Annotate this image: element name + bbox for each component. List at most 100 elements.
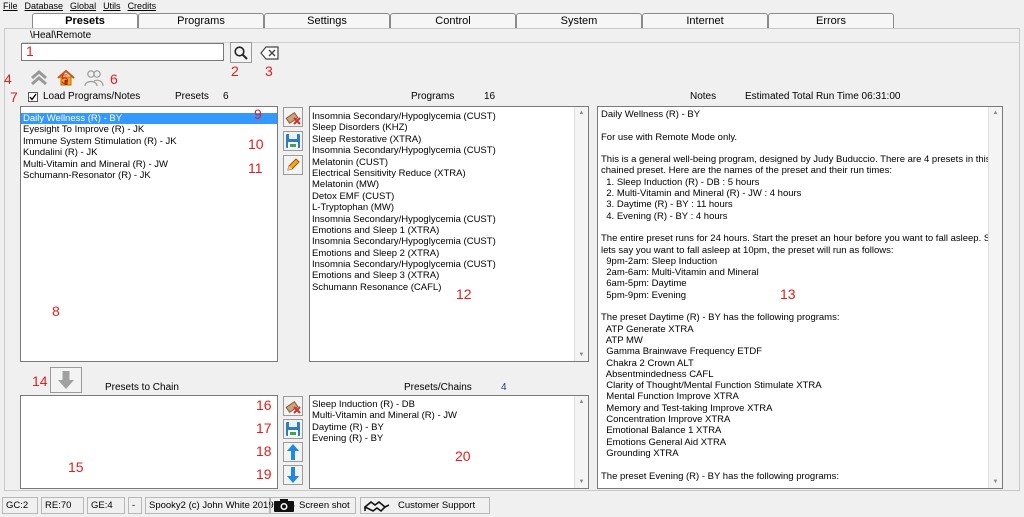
presets-count: 6: [223, 91, 229, 102]
notes-line: [601, 301, 999, 312]
notes-line: [601, 222, 999, 233]
user-folder-button[interactable]: [84, 68, 104, 88]
clear-search-button[interactable]: [259, 44, 281, 62]
tab-presets[interactable]: Presets: [32, 13, 138, 29]
chains-scrollbar[interactable]: ▲ ▼: [574, 396, 588, 488]
load-programs-checkbox[interactable]: [28, 92, 38, 102]
list-item[interactable]: L-Tryptophan (MW): [310, 202, 588, 213]
marker-4: 4: [4, 71, 12, 87]
edit-preset-button[interactable]: [283, 155, 303, 175]
scroll-down-icon[interactable]: ▼: [575, 476, 588, 488]
marker-1: 1: [26, 43, 34, 59]
tab-internet[interactable]: Internet: [642, 13, 768, 28]
list-item[interactable]: Insomnia Secondary/Hypoglycemia (CUST): [310, 145, 588, 156]
notes-line: 2am-6am: Multi-Vitamin and Mineral: [601, 267, 759, 279]
list-item[interactable]: Insomnia Secondary/Hypoglycemia (CUST): [310, 236, 588, 247]
marker-3: 3: [265, 63, 273, 79]
delete-preset-button[interactable]: [283, 107, 303, 127]
save-chain-button[interactable]: [283, 419, 303, 439]
folder-path: \Heal\Remote: [30, 30, 92, 41]
notes-line: 6am-5pm: Daytime: [601, 278, 687, 290]
marker-18: 18: [256, 443, 272, 459]
marker-13: 13: [780, 286, 796, 302]
list-item[interactable]: Melatonin (MW): [310, 179, 588, 190]
list-item[interactable]: Immune System Stimulation (R) - JK: [21, 136, 277, 147]
list-item[interactable]: Sleep Restorative (XTRA): [310, 134, 588, 145]
menu-global[interactable]: Global: [70, 0, 96, 12]
notes-scrollbar[interactable]: ▲ ▼: [988, 107, 1002, 488]
search-input[interactable]: [21, 43, 224, 61]
notes-line: Mental Function Improve XTRA: [601, 391, 739, 403]
list-item[interactable]: Kundalini (R) - JK: [21, 147, 277, 158]
add-to-chain-button[interactable]: [50, 367, 82, 393]
save-icon: [286, 422, 300, 436]
notes-line: 5pm-9pm: Evening: [601, 289, 687, 301]
save-preset-button[interactable]: [283, 131, 303, 151]
list-item[interactable]: Insomnia Secondary/Hypoglycemia (CUST): [310, 214, 588, 225]
tab-system[interactable]: System: [516, 13, 642, 28]
notes-line: ATP MW: [601, 334, 643, 346]
marker-2: 2: [231, 63, 239, 79]
menu-credits[interactable]: Credits: [128, 0, 157, 12]
notes-line: 4. Evening (R) - BY : 4 hours: [601, 210, 728, 222]
list-item[interactable]: Daily Wellness (R) - BY: [21, 113, 277, 125]
camera-icon: [274, 499, 294, 512]
list-item[interactable]: Emotions and Sleep 1 (XTRA): [310, 225, 588, 236]
notes-line: Clarity of Thought/Mental Function Stimu…: [601, 380, 822, 392]
presets-list[interactable]: Daily Wellness (R) - BY Eyesight To Impr…: [20, 106, 278, 362]
marker-20: 20: [455, 448, 471, 464]
list-item[interactable]: Schumann-Resonator (R) - JK: [21, 170, 277, 181]
scroll-up-icon[interactable]: ▲: [575, 396, 588, 408]
list-item[interactable]: Insomnia Secondary/Hypoglycemia (CUST): [310, 259, 588, 270]
tab-control[interactable]: Control: [390, 13, 516, 28]
customer-support-button[interactable]: Customer Support: [360, 497, 490, 514]
notes-textarea[interactable]: Daily Wellness (R) - BY For use with Remo…: [597, 106, 1003, 489]
list-item[interactable]: Multi-Vitamin and Mineral (R) - JW: [310, 410, 588, 421]
eraser-delete-icon: [285, 111, 301, 125]
menu-utils[interactable]: Utils: [103, 0, 121, 12]
list-item[interactable]: Multi-Vitamin and Mineral (R) - JW: [21, 159, 277, 170]
list-item[interactable]: Detox EMF (CUST): [310, 191, 588, 202]
tab-errors[interactable]: Errors: [768, 13, 894, 28]
chains-list[interactable]: Sleep Induction (R) - DB Multi-Vitamin a…: [309, 395, 589, 489]
list-item[interactable]: Emotions and Sleep 3 (XTRA): [310, 270, 588, 281]
scroll-up-icon[interactable]: ▲: [989, 107, 1002, 119]
scroll-down-icon[interactable]: ▼: [989, 476, 1002, 488]
up-folder-button[interactable]: [29, 68, 49, 88]
move-up-button[interactable]: [283, 442, 303, 462]
list-item[interactable]: Sleep Induction (R) - DB: [310, 399, 588, 410]
eraser-delete-icon: [285, 400, 301, 414]
scroll-up-icon[interactable]: ▲: [575, 107, 588, 119]
list-item[interactable]: Evening (R) - BY: [310, 433, 588, 444]
programs-count: 16: [484, 91, 496, 102]
marker-7: 7: [10, 89, 18, 105]
arrow-down-icon: [58, 371, 74, 389]
search-button[interactable]: [230, 42, 252, 63]
list-item[interactable]: Insomnia Secondary/Hypoglycemia (CUST): [310, 111, 588, 122]
tab-programs[interactable]: Programs: [138, 13, 264, 28]
tab-settings[interactable]: Settings: [264, 13, 390, 28]
list-item[interactable]: Sleep Disorders (KHZ): [310, 122, 588, 133]
move-down-button[interactable]: [283, 465, 303, 485]
programs-scrollbar[interactable]: ▲ ▼: [574, 107, 588, 361]
notes-header: Notes: [690, 91, 717, 102]
list-item[interactable]: Schumann Resonance (CAFL): [310, 282, 588, 293]
menu-file[interactable]: File: [3, 0, 18, 12]
menu-database[interactable]: Database: [25, 0, 64, 12]
marker-15: 15: [68, 459, 84, 475]
list-item[interactable]: Eyesight To Improve (R) - JK: [21, 124, 277, 135]
list-item[interactable]: Daytime (R) - BY: [310, 422, 588, 433]
marker-8: 8: [52, 303, 60, 319]
scroll-down-icon[interactable]: ▼: [575, 349, 588, 361]
notes-line: This is a general well-being program, de…: [601, 154, 991, 166]
presets-to-chain-list[interactable]: [20, 395, 278, 489]
notes-line: [601, 459, 999, 470]
screenshot-button[interactable]: Screen shot: [270, 497, 356, 514]
save-icon: [286, 134, 300, 148]
list-item[interactable]: Emotions and Sleep 2 (XTRA): [310, 248, 588, 259]
list-item[interactable]: Electrical Sensitivity Reduce (XTRA): [310, 168, 588, 179]
list-item[interactable]: Melatonin (CUST): [310, 157, 588, 168]
programs-list[interactable]: Insomnia Secondary/Hypoglycemia (CUST) S…: [309, 106, 589, 362]
delete-chain-item-button[interactable]: [283, 396, 303, 416]
marker-11: 11: [248, 160, 263, 176]
